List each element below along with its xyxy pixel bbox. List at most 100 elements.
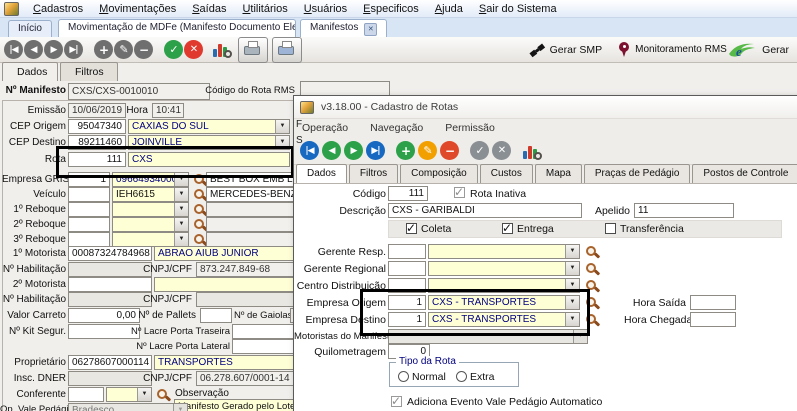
confirm-icon[interactable]: ✓ — [164, 40, 183, 59]
add-icon[interactable]: + — [94, 40, 113, 59]
veiculo-combo[interactable]: IEH6615 ▼ — [112, 187, 189, 202]
dtab-dados[interactable]: Dados — [296, 164, 347, 183]
conferente-combo[interactable]: ▼ — [106, 387, 152, 402]
cancel-icon[interactable]: ✕ — [492, 141, 511, 160]
search-icon[interactable] — [155, 387, 170, 402]
dtab-postos[interactable]: Postos de Controle — [692, 164, 797, 183]
search-icon[interactable] — [192, 202, 207, 217]
gerente-regional-codigo-field[interactable] — [388, 261, 426, 276]
proprietario-doc-field[interactable]: 06278607000114 — [68, 355, 152, 370]
veiculo-codigo-field[interactable] — [68, 187, 110, 202]
menu-sair[interactable]: Sair do Sistema — [471, 2, 565, 16]
chart-icon[interactable] — [212, 40, 232, 58]
hora-saida-field[interactable] — [690, 295, 736, 310]
motorista1-doc-field[interactable]: 00087324784968 — [68, 246, 152, 261]
valor-carreto-field[interactable]: 0,00 — [68, 308, 140, 323]
dialog-title-bar[interactable]: v3.18.00 - Cadastro de Rotas — [294, 96, 797, 119]
gerente-regional-combo[interactable]: ▼ — [428, 261, 580, 276]
conferente-codigo-field[interactable] — [68, 387, 104, 402]
chevron-down-icon[interactable]: ▼ — [174, 218, 188, 231]
gerente-resp-combo[interactable]: ▼ — [428, 244, 580, 259]
add-icon[interactable]: + — [396, 141, 415, 160]
search-icon[interactable] — [192, 187, 207, 202]
search-icon[interactable] — [584, 261, 599, 276]
dtab-custos[interactable]: Custos — [480, 164, 533, 183]
pallets-field[interactable] — [200, 308, 232, 323]
search-icon[interactable] — [192, 232, 207, 247]
emissao-field[interactable]: 10/06/2019 — [68, 103, 126, 118]
first-record-icon[interactable]: |◀ — [4, 40, 23, 59]
menu-usuarios[interactable]: Usuários — [296, 2, 355, 16]
chevron-down-icon[interactable]: ▼ — [565, 262, 579, 275]
descricao-field[interactable]: CXS - GARIBALDI — [388, 203, 582, 218]
tab-inicio[interactable]: Início — [8, 20, 52, 37]
next-record-icon[interactable]: ▶ — [344, 141, 363, 160]
print-button[interactable] — [238, 37, 268, 63]
cidade-origem-combo[interactable]: CAXIAS DO SUL ▼ — [128, 119, 290, 134]
search-icon[interactable] — [192, 217, 207, 232]
cancel-icon[interactable]: ✕ — [184, 40, 203, 59]
observacao-field[interactable]: Manifesto Gerado pelo Lote — [174, 399, 310, 411]
last-record-icon[interactable]: ▶| — [366, 141, 385, 160]
remove-icon[interactable]: − — [440, 141, 459, 160]
cep-origem-field[interactable]: 95047340 — [68, 119, 126, 134]
prev-record-icon[interactable]: ◀ — [24, 40, 43, 59]
normal-radio[interactable] — [398, 371, 409, 382]
entrega-checkbox[interactable] — [502, 223, 513, 234]
edit-icon[interactable]: ✎ — [418, 141, 437, 160]
hora-field[interactable]: 10:41 — [152, 103, 184, 118]
chevron-down-icon[interactable]: ▼ — [275, 120, 289, 133]
tab-dados[interactable]: Dados — [2, 62, 58, 81]
chevron-down-icon[interactable]: ▼ — [174, 233, 188, 246]
codigo-field[interactable]: 111 — [388, 186, 428, 201]
adiciona-evento-checkbox[interactable] — [391, 396, 402, 407]
reboque3-combo[interactable]: ▼ — [112, 232, 189, 247]
coleta-checkbox[interactable] — [406, 223, 417, 234]
menu-ajuda[interactable]: Ajuda — [427, 2, 471, 16]
reboque1-combo[interactable]: ▼ — [112, 202, 189, 217]
menu-saidas[interactable]: Saídas — [184, 2, 234, 16]
hora-chegada-field[interactable] — [690, 312, 736, 327]
gerar-smp-button[interactable]: Gerar SMP — [529, 43, 603, 57]
transferencia-checkbox[interactable] — [605, 223, 616, 234]
menu-permissao[interactable]: Permissão — [445, 122, 495, 134]
menu-operacao[interactable]: Operação — [302, 122, 348, 134]
remove-icon[interactable]: − — [134, 40, 153, 59]
chart-icon[interactable] — [522, 142, 542, 160]
search-icon[interactable] — [584, 244, 599, 259]
chevron-down-icon[interactable]: ▼ — [174, 188, 188, 201]
tab-mdfe[interactable]: Movimentação de MDFe (Manifesto Document… — [58, 19, 296, 37]
extra-radio[interactable] — [456, 371, 467, 382]
chevron-down-icon[interactable]: ▼ — [565, 245, 579, 258]
gerar-mdfe-button[interactable]: e Gerar — [727, 40, 789, 60]
reboque2-codigo-field[interactable] — [68, 217, 110, 232]
reboque2-combo[interactable]: ▼ — [112, 217, 189, 232]
motorista2-doc-field[interactable] — [68, 277, 152, 292]
reboque3-codigo-field[interactable] — [68, 232, 110, 247]
chevron-down-icon[interactable]: ▼ — [174, 203, 188, 216]
apelido-field[interactable]: 11 — [634, 203, 734, 218]
numero-manifesto-field[interactable]: CXS/CXS-0010010 — [68, 83, 210, 100]
dtab-filtros[interactable]: Filtros — [349, 164, 398, 183]
monitoramento-rms-button[interactable]: Monitoramento RMS — [618, 41, 711, 58]
dtab-pracas[interactable]: Praças de Pedágio — [584, 164, 691, 183]
menu-cadastros[interactable]: Cadastros — [25, 2, 91, 16]
print-preview-button[interactable] — [272, 37, 302, 63]
reboque1-codigo-field[interactable] — [68, 202, 110, 217]
menu-movimentacoes[interactable]: Movimentações — [91, 2, 184, 16]
tab-filtros[interactable]: Filtros — [60, 62, 118, 81]
chevron-down-icon[interactable]: ▼ — [137, 388, 151, 401]
menu-navegacao[interactable]: Navegação — [370, 122, 423, 134]
next-record-icon[interactable]: ▶ — [44, 40, 63, 59]
dtab-mapa[interactable]: Mapa — [535, 164, 582, 183]
rota-inativa-checkbox[interactable] — [454, 187, 465, 198]
menu-utilitarios[interactable]: Utilitários — [234, 2, 295, 16]
tab-manifestos[interactable]: Manifestos✕ — [300, 19, 387, 37]
prev-record-icon[interactable]: ◀ — [322, 141, 341, 160]
dtab-composicao[interactable]: Composição — [400, 164, 478, 183]
last-record-icon[interactable]: ▶| — [64, 40, 83, 59]
close-icon[interactable]: ✕ — [364, 23, 377, 36]
menu-especificos[interactable]: Especificos — [355, 2, 427, 16]
gerente-resp-codigo-field[interactable] — [388, 244, 426, 259]
edit-icon[interactable]: ✎ — [114, 40, 133, 59]
